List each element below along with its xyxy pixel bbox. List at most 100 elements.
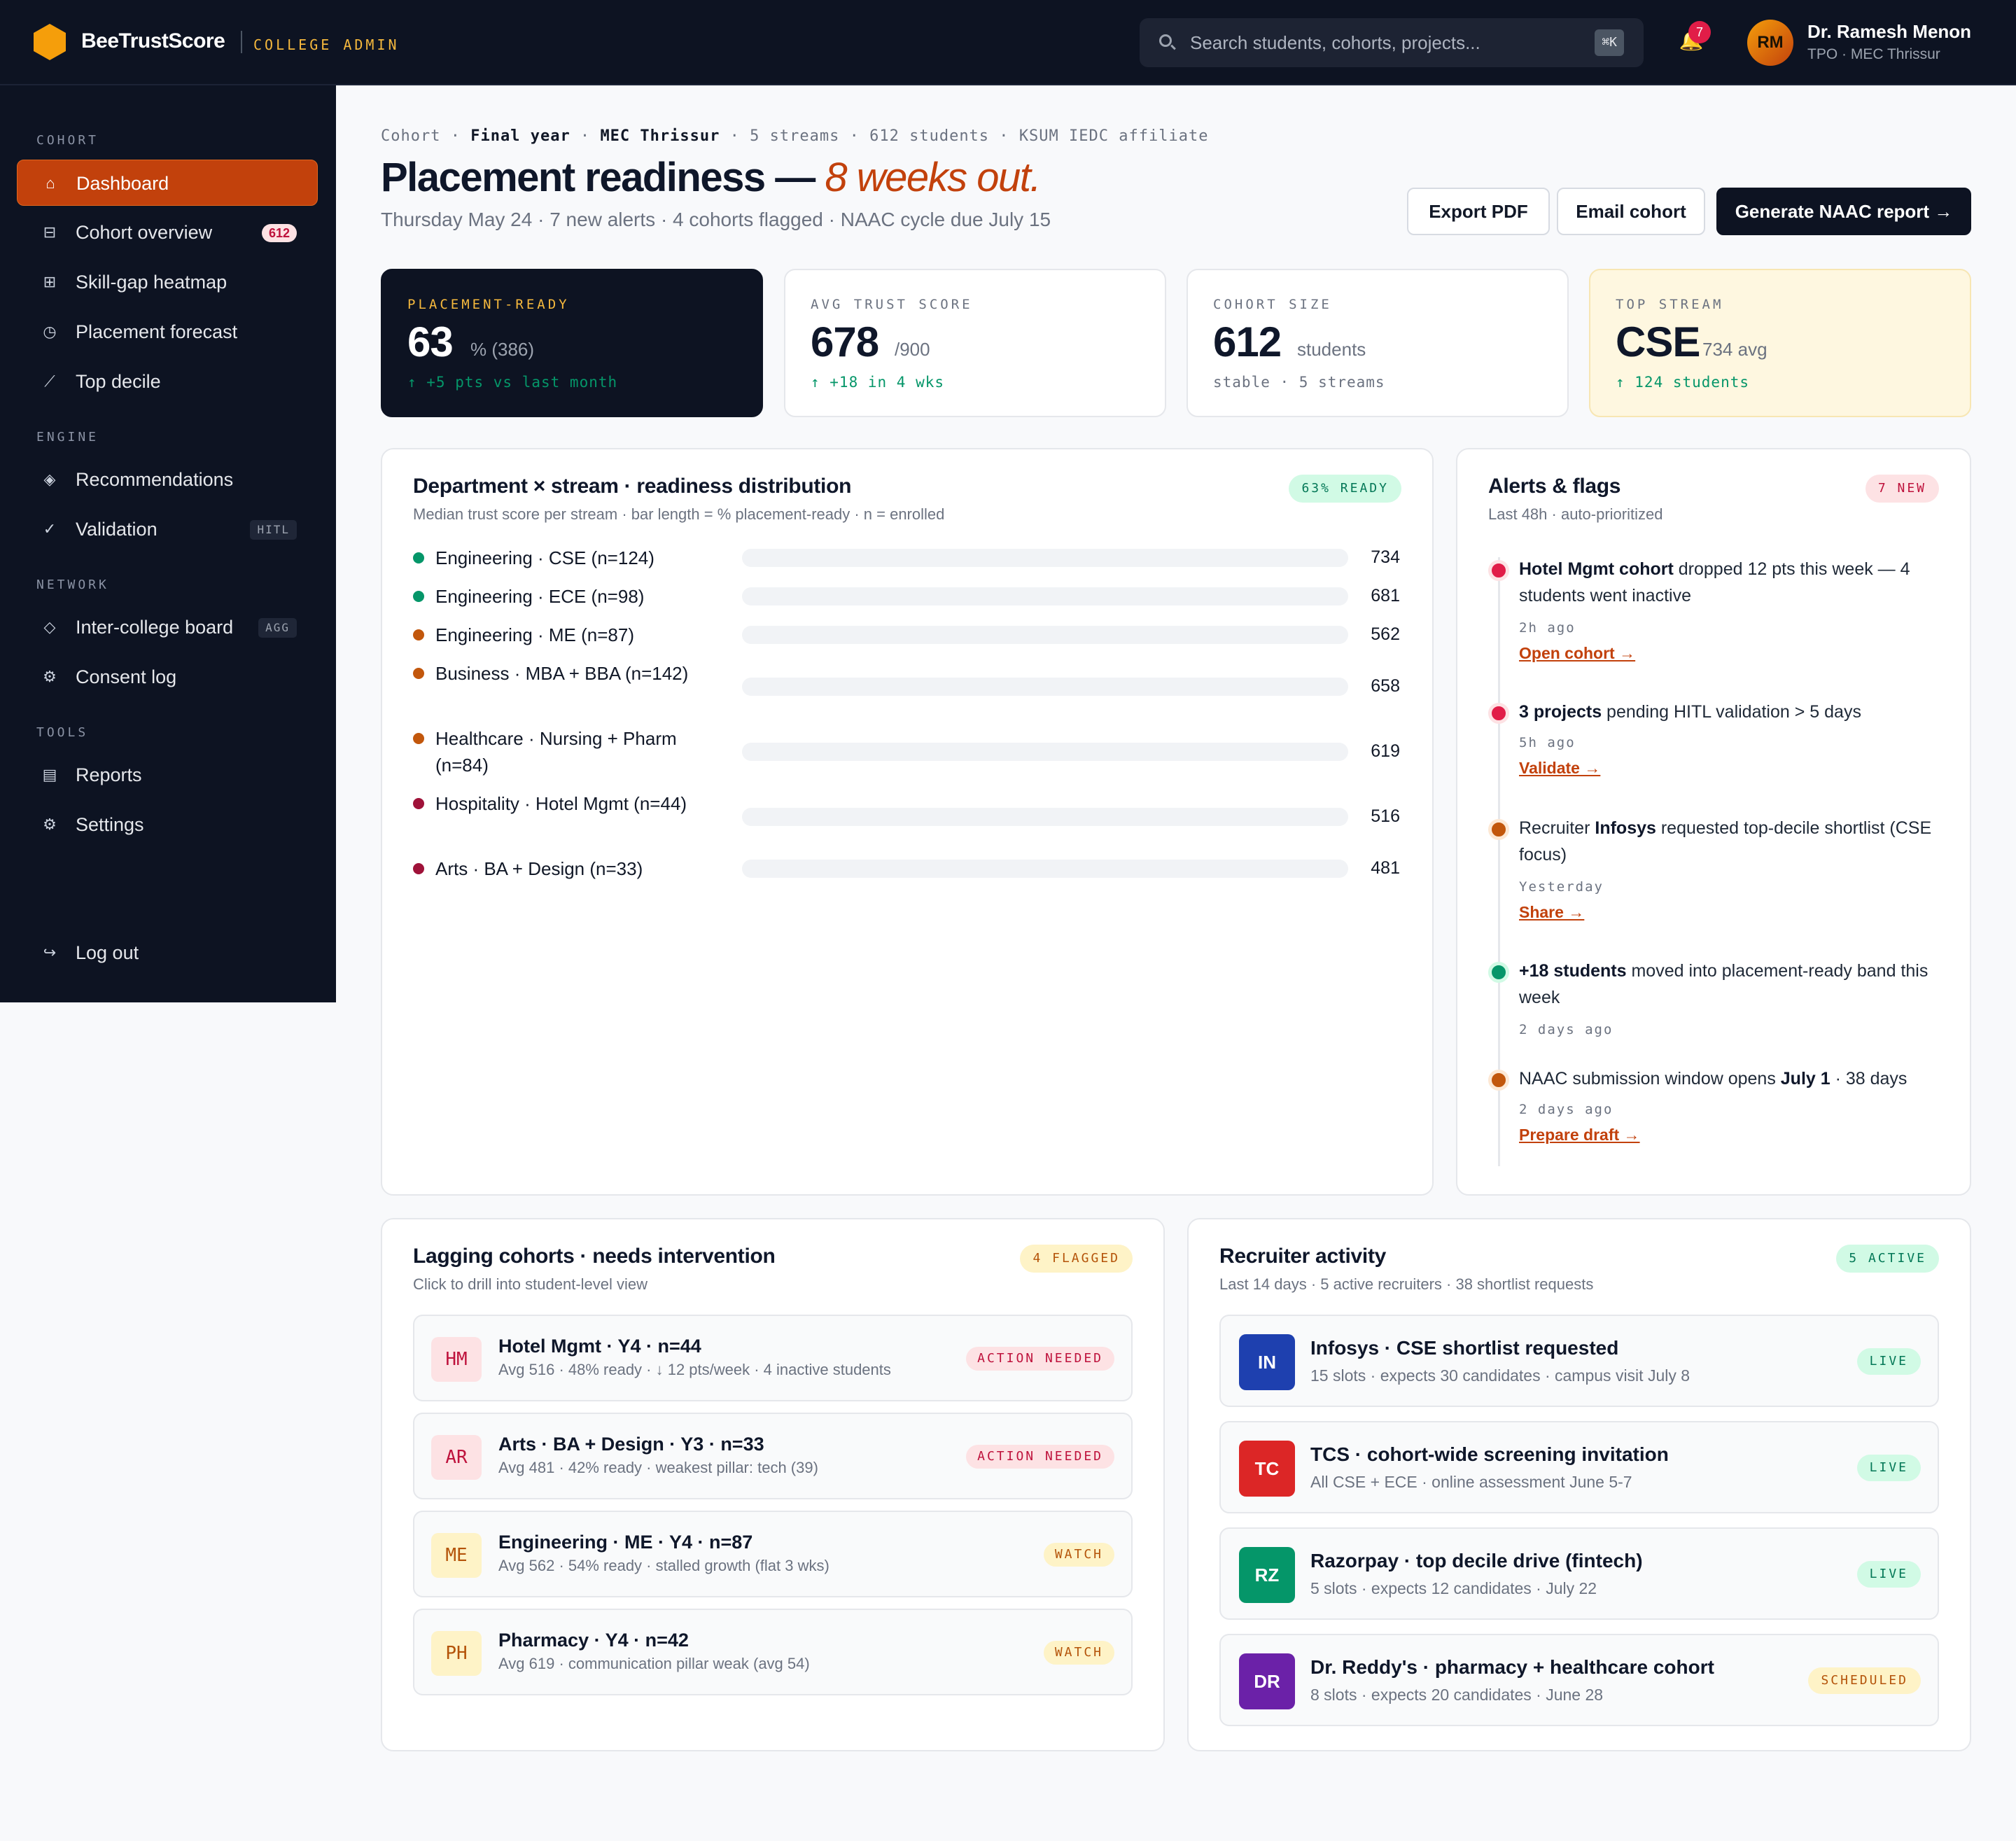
alert-item[interactable]: 3 projects pending HITL validation > 5 d… [1488,699,1936,804]
alert-item[interactable]: Recruiter Infosys requested top-decile s… [1488,815,1936,948]
sidebar-item-label: Inter-college board [76,617,234,638]
stream-label: Engineering · CSE (n=124) [435,547,654,568]
readiness-bar [742,743,1348,761]
cohort-stats: Avg 481 · 42% ready · weakest pillar: te… [498,1459,818,1476]
clock-icon: ◷ [43,323,57,340]
sidebar-item-inter-college-board[interactable]: ◇ Inter-college board AGG [17,604,318,650]
recruiter-details: All CSE + ECE · online assessment June 5… [1310,1473,1632,1491]
sidebar-item-reports[interactable]: ▤ Reports [17,752,318,798]
breadcrumb-item[interactable]: MEC Thrissur [600,127,720,145]
recruiter-logo: DR [1239,1653,1295,1709]
sidebar-item-top-decile[interactable]: ⟋ Top decile [17,358,318,405]
status-dot [413,733,424,744]
sidebar-item-cohort-overview[interactable]: ⊟ Cohort overview 612 [17,209,318,255]
sidebar-item-recommendations[interactable]: ◈ Recommendations [17,456,318,503]
alert-item[interactable]: NAAC submission window opens July 1 · 38… [1488,1065,1936,1170]
recruiter-row[interactable]: DR Dr. Reddy's · pharmacy + healthcare c… [1219,1634,1939,1726]
validate-link[interactable]: Validate → [1519,759,1600,778]
recruiter-logo: IN [1239,1334,1295,1390]
kpi-unit: /900 [895,339,930,360]
distribution-row[interactable]: Business · MBA + BBA (n=142) 658 [413,660,1400,713]
kpi-label: PLACEMENT-READY [407,297,570,312]
brand-divider [241,31,242,53]
logout-label: Log out [76,942,139,963]
sidebar-item-label: Consent log [76,666,177,687]
brand-name[interactable]: BeeTrustScore [81,29,225,53]
kpi-value: 678 [811,318,879,365]
lagging-cohorts-panel: Lagging cohorts · needs intervention Cli… [381,1218,1165,1751]
share-link[interactable]: Share → [1519,903,1584,922]
alert-time: 2 days ago [1519,1022,1614,1037]
cohort-stats: Avg 516 · 48% ready · ↓ 12 pts/week · 4 … [498,1361,891,1378]
panel-subtitle: Last 14 days · 5 active recruiters · 38 … [1219,1275,1594,1293]
gear-icon: ⚙ [43,816,57,833]
lagging-cohort-row[interactable]: PH Pharmacy · Y4 · n=42 Avg 619 · commun… [413,1609,1133,1695]
page-title-main: Placement readiness — [381,155,816,200]
distribution-row[interactable]: Engineering · CSE (n=124) 734 [413,545,1400,571]
kpi-top-stream: TOP STREAM CSE 734 avg ↑ 124 students [1589,269,1971,417]
distribution-row[interactable]: Hospitality · Hotel Mgmt (n=44) 516 [413,790,1400,844]
breadcrumb-item[interactable]: Final year [470,127,570,145]
user-name[interactable]: Dr. Ramesh Menon [1807,21,1971,43]
status-badge: LIVE [1856,1348,1921,1375]
kpi-label: TOP STREAM [1616,297,1724,312]
prepare-draft-link[interactable]: Prepare draft → [1519,1126,1640,1144]
recruiter-row[interactable]: RZ Razorpay · top decile drive (fintech)… [1219,1527,1939,1620]
cohort-initials: HM [431,1337,482,1382]
alert-time: 2h ago [1519,620,1576,636]
open-cohort-link[interactable]: Open cohort → [1519,644,1635,663]
lagging-cohort-row[interactable]: ME Engineering · ME · Y4 · n=87 Avg 562 … [413,1511,1133,1597]
search-bar[interactable]: ⌘K [1140,18,1644,67]
recruiter-title: Dr. Reddy's · pharmacy + healthcare coho… [1310,1656,1714,1678]
kpi-trend: ↑ 124 students [1616,374,1750,391]
kpi-label: COHORT SIZE [1213,297,1332,312]
logout-button[interactable]: ↪ Log out [17,930,318,976]
cohort-initials: AR [431,1435,482,1480]
kpi-unit: students [1297,339,1366,360]
sidebar-item-label: Dashboard [76,173,169,194]
sidebar-section-network: NETWORK [36,578,109,592]
recruiter-details: 8 slots · expects 20 candidates · June 2… [1310,1686,1604,1704]
breadcrumb-item: 612 students [869,127,990,145]
kpi-trend: ↑ +18 in 4 wks [811,374,945,391]
search-input[interactable] [1190,18,1554,67]
logout-icon: ↪ [43,944,57,961]
sidebar-item-label: Recommendations [76,469,234,490]
distribution-row[interactable]: Engineering · ME (n=87) 562 [413,622,1400,648]
sidebar-item-validation[interactable]: ✓ Validation HITL [17,506,318,552]
cohort-stats: Avg 562 · 54% ready · stalled growth (fl… [498,1557,830,1574]
avatar[interactable]: RM [1747,20,1793,66]
recruiter-row[interactable]: TC TCS · cohort-wide screening invitatio… [1219,1421,1939,1513]
sidebar-item-label: Skill-gap heatmap [76,272,227,293]
recruiter-logo: TC [1239,1441,1295,1497]
sidebar-item-settings[interactable]: ⚙ Settings [17,802,318,848]
generate-naac-report-button[interactable]: Generate NAAC report → [1716,188,1971,235]
stream-score: 658 [1371,676,1400,696]
breadcrumb-item: 5 streams [750,127,840,145]
export-pdf-button[interactable]: Export PDF [1407,188,1550,235]
page-subtitle: Thursday May 24 · 7 new alerts · 4 cohor… [381,209,1051,230]
report-icon: ▤ [42,766,57,783]
active-recruiters-badge: 5 ACTIVE [1836,1245,1939,1273]
email-cohort-button[interactable]: Email cohort [1557,188,1705,235]
alert-item[interactable]: Hotel Mgmt cohort dropped 12 pts this we… [1488,556,1936,689]
sidebar-item-label: Settings [76,814,144,835]
lagging-cohort-row[interactable]: AR Arts · BA + Design · Y3 · n=33 Avg 48… [413,1413,1133,1499]
diamond-outline-icon: ◇ [43,618,56,636]
alert-dot [1488,819,1509,840]
recruiter-row[interactable]: IN Infosys · CSE shortlist requested 15 … [1219,1315,1939,1407]
sidebar-item-dashboard[interactable]: ⌂ Dashboard [17,160,318,206]
distribution-row[interactable]: Arts · BA + Design (n=33) 481 [413,855,1400,882]
distribution-row[interactable]: Healthcare · Nursing + Pharm (n=84) 619 [413,725,1400,778]
alert-item[interactable]: +18 students moved into placement-ready … [1488,958,1936,1037]
sidebar-item-skill-gap-heatmap[interactable]: ⊞ Skill-gap heatmap [17,259,318,305]
breadcrumb-item[interactable]: Cohort [381,127,440,145]
sidebar-item-placement-forecast[interactable]: ◷ Placement forecast [17,309,318,355]
lagging-cohort-row[interactable]: HM Hotel Mgmt · Y4 · n=44 Avg 516 · 48% … [413,1315,1133,1401]
kpi-trend: stable · 5 streams [1213,374,1385,391]
distribution-row[interactable]: Engineering · ECE (n=98) 681 [413,583,1400,610]
sidebar-item-consent-log[interactable]: ⚙ Consent log [17,654,318,700]
readiness-bar [742,587,1348,606]
top-bar: BeeTrustScore COLLEGE ADMIN ⌘K 🔔 7 RM Dr… [0,0,2016,85]
alert-dot [1488,962,1509,983]
